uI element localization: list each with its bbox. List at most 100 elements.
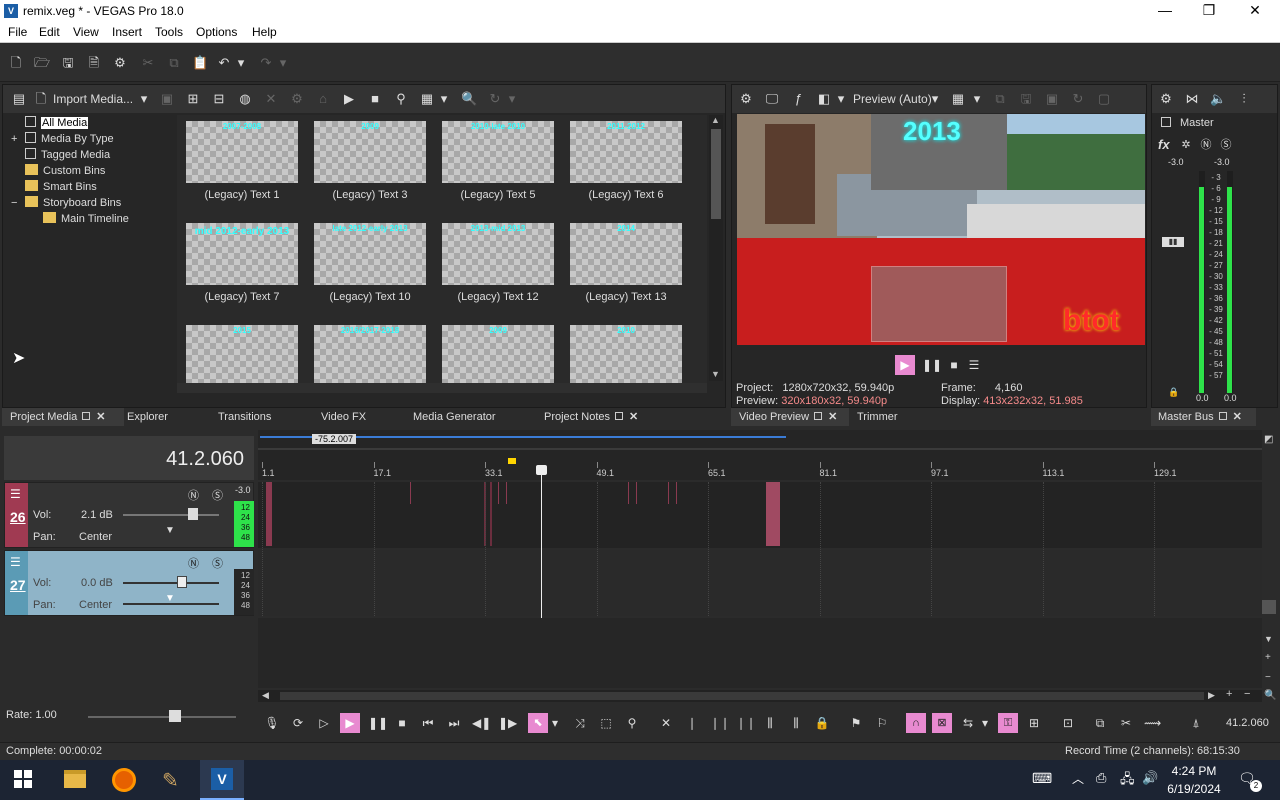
video-fx-icon[interactable]: ƒ	[790, 91, 806, 107]
menu-edit[interactable]: Edit	[39, 25, 60, 39]
trim-start-icon[interactable]: ❘❘	[710, 715, 730, 731]
firefox-icon[interactable]	[112, 768, 136, 792]
next-frame-icon[interactable]: ❚▶	[498, 715, 517, 731]
preview-refresh-icon[interactable]: ↻	[1070, 91, 1086, 107]
preview-mode-icon[interactable]: ▣	[1044, 91, 1060, 107]
mute-icon[interactable]: Ⓝ	[188, 487, 199, 503]
preview-stop-button[interactable]: ■	[946, 357, 962, 373]
menu-tools[interactable]: Tools	[155, 25, 183, 39]
scroll-thumb[interactable]	[711, 129, 721, 219]
windows-start-icon[interactable]	[14, 770, 32, 788]
tray-chevron-icon[interactable]: ︿	[1072, 770, 1084, 787]
pan-slider-thumb[interactable]: ▼	[165, 525, 175, 536]
pan-slider-thumb[interactable]: ▼	[165, 593, 175, 604]
preview-pause-button[interactable]: ❚❚	[922, 357, 942, 373]
auto-crossfade-icon[interactable]: ⊠	[932, 713, 952, 733]
vegas-taskbar-button[interactable]: V	[200, 760, 244, 800]
tree-item-tagged-media[interactable]: Tagged Media	[11, 147, 110, 163]
media-thumb[interactable]: 2009	[314, 121, 426, 183]
menu-help[interactable]: Help	[252, 25, 277, 39]
trim-icon[interactable]: ❘	[684, 715, 700, 731]
master-solo-icon[interactable]: Ⓢ	[1218, 137, 1234, 153]
play-preview-icon[interactable]: ▶	[341, 91, 357, 107]
view-dropdown-icon[interactable]: ▾	[439, 91, 449, 107]
redo-dropdown-icon[interactable]: ▾	[278, 55, 288, 71]
solo-icon[interactable]: Ⓢ	[212, 555, 223, 571]
media-scrollbar[interactable]: ▲ ▼	[709, 115, 723, 381]
properties-gear-icon[interactable]: ⚙	[112, 55, 128, 71]
tab-media-generator[interactable]: Media Generator	[413, 408, 496, 426]
timeline-ruler[interactable]: -75.2.007 1.1 17.1 33.1 49.1 65.1 81.1 97.1 113…	[258, 430, 1262, 480]
scroll-down-icon[interactable]: ▼	[711, 369, 720, 379]
ignore-grouping-icon[interactable]: ⊞	[1026, 715, 1042, 731]
rate-slider-track[interactable]	[88, 716, 236, 718]
network-icon[interactable]: 🖧	[1120, 770, 1135, 792]
tab-video-preview[interactable]: Video Preview ✕	[731, 408, 849, 426]
track-menu-icon[interactable]: ☰	[10, 487, 21, 501]
edit-tool-dropdown-icon[interactable]: ▾	[550, 715, 560, 731]
go-to-end-icon[interactable]: ⏭	[446, 715, 462, 731]
mute-icon[interactable]: Ⓝ	[188, 555, 199, 571]
open-folder-icon[interactable]: 🗁	[34, 55, 50, 71]
file-explorer-icon[interactable]	[64, 770, 86, 788]
vol-slider-track[interactable]	[123, 582, 219, 584]
preview-quality-select[interactable]: Preview (Auto)	[853, 92, 932, 106]
tree-item-storyboard-bins[interactable]: − Storyboard Bins	[11, 195, 121, 211]
tab-explorer[interactable]: Explorer	[127, 408, 168, 426]
marker-flag[interactable]	[508, 458, 516, 464]
auto-ripple-icon[interactable]: ⟿	[1144, 715, 1161, 731]
vol-slider-thumb[interactable]	[188, 508, 198, 520]
tree-item-main-timeline[interactable]: Main Timeline	[43, 211, 129, 227]
device-icon[interactable]: ⎙	[1096, 770, 1106, 786]
solo-icon[interactable]: Ⓢ	[212, 487, 223, 503]
import-media-icon[interactable]: 🗋	[33, 91, 49, 107]
tree-item-custom-bins[interactable]: Custom Bins	[11, 163, 105, 179]
media-thumb[interactable]: 2009	[442, 325, 554, 383]
zoom-out-icon[interactable]: −	[1244, 688, 1250, 700]
paste-icon[interactable]: 📋	[192, 55, 208, 71]
app-launcher-icon[interactable]: ✎	[162, 768, 179, 793]
tree-item-media-by-type[interactable]: + Media By Type	[11, 131, 114, 147]
dim-audio-icon[interactable]: 🔈	[1210, 91, 1226, 107]
media-hscroll[interactable]	[177, 383, 707, 393]
snapping-icon[interactable]: ∩	[906, 713, 926, 733]
copy-snapshot-icon[interactable]: ⧉	[992, 91, 1008, 107]
playhead-handle[interactable]	[536, 465, 547, 475]
auto-preview-icon[interactable]: ⚲	[393, 91, 409, 107]
render-icon[interactable]: 🗎	[86, 55, 102, 71]
lock-envelopes-icon[interactable]: ⚿	[998, 713, 1018, 733]
delete-icon[interactable]: ✕	[658, 715, 674, 731]
quality-dropdown-icon[interactable]: ▾	[930, 91, 940, 107]
redo-icon[interactable]: ↷	[258, 55, 274, 71]
downmix-icon[interactable]: ⋈	[1184, 91, 1200, 107]
split-all-icon[interactable]: ⫼	[788, 715, 804, 731]
zoom-edit-tool-icon[interactable]: ⚲	[624, 715, 640, 731]
tab-video-fx[interactable]: Video FX	[321, 408, 366, 426]
keyboard-icon[interactable]: ⌨	[1032, 770, 1052, 787]
zoom-in-vertical-icon[interactable]: +	[1265, 652, 1271, 663]
insert-region-icon[interactable]: ⚐	[874, 715, 890, 731]
media-thumb[interactable]: 2016/2017-2018	[314, 325, 426, 383]
master-gear-icon[interactable]: ✲	[1178, 137, 1194, 153]
group-icon[interactable]: ⧉	[1092, 715, 1108, 731]
tab-project-media[interactable]: Project Media ✕	[2, 408, 124, 426]
cut-icon[interactable]: ✂	[1118, 715, 1134, 731]
marker-tool-icon[interactable]: ◩	[1264, 434, 1273, 445]
normal-edit-tool-icon[interactable]: ⬉	[528, 713, 548, 733]
tab-trimmer[interactable]: Trimmer	[857, 408, 898, 426]
preview-play-button[interactable]: ▶	[895, 355, 915, 375]
zoom-out-vertical-icon[interactable]: −	[1265, 672, 1271, 683]
import-dropdown-icon[interactable]: ▾	[139, 91, 149, 107]
vertical-scroll-thumb[interactable]	[1262, 600, 1276, 614]
maximize-button[interactable]: ❐	[1194, 2, 1224, 19]
selection-tool-icon[interactable]: ⬚	[598, 715, 614, 731]
preview-menu-icon[interactable]: ☰	[966, 357, 982, 373]
refresh-icon[interactable]: ↻	[487, 91, 503, 107]
close-button[interactable]: ✕	[1240, 2, 1270, 19]
play-from-start-icon[interactable]: ▷	[316, 715, 332, 731]
preview-device-icon[interactable]: 🖵	[764, 91, 780, 107]
capture-icon[interactable]: ▣	[159, 91, 175, 107]
go-to-start-icon[interactable]: ⏮	[420, 715, 436, 731]
scroll-left-icon[interactable]: ◀	[262, 690, 269, 701]
mixer-icon[interactable]: ⫶	[1236, 91, 1252, 107]
